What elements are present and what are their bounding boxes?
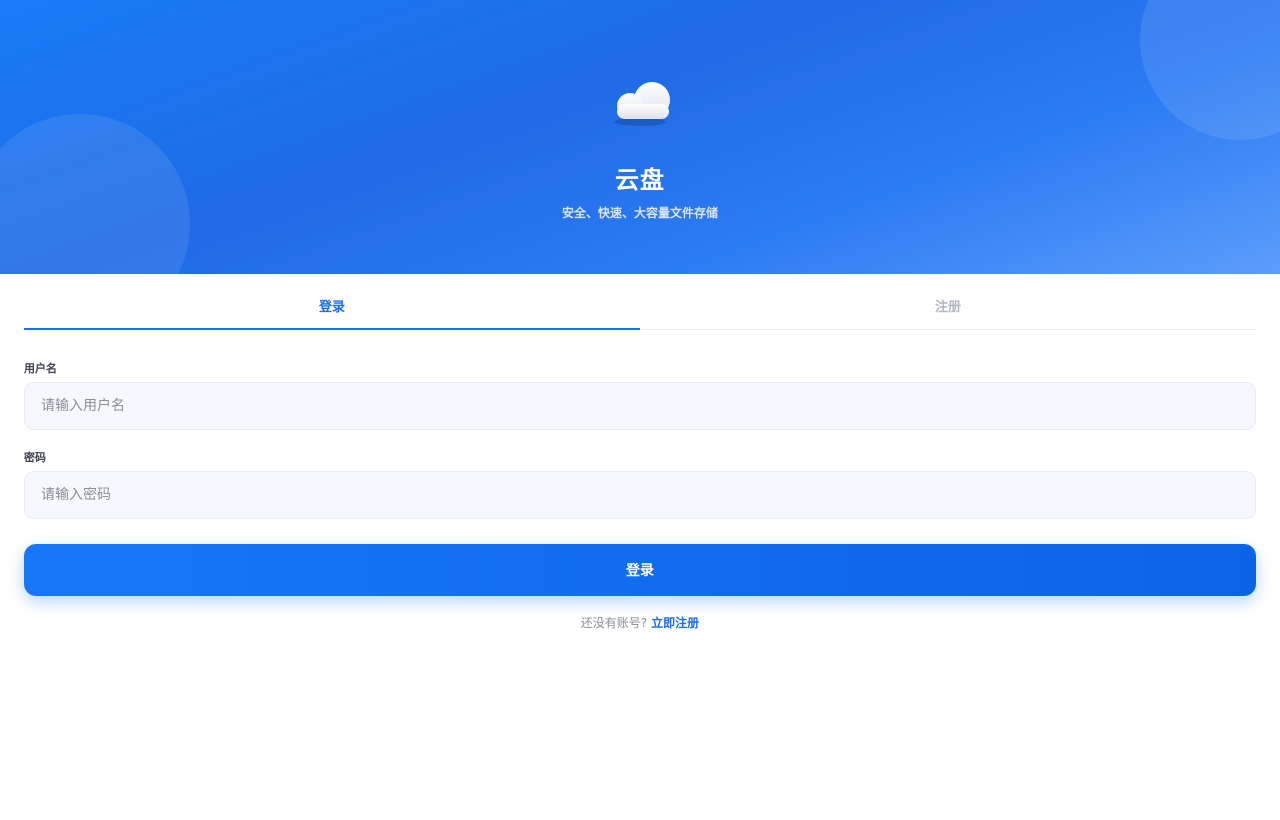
- register-prompt-text: 还没有账号?: [580, 616, 648, 630]
- hero-banner: 云盘 安全、快速、大容量文件存储: [0, 0, 1280, 274]
- tab-register[interactable]: 注册: [640, 282, 1256, 330]
- register-prompt: 还没有账号? 立即注册: [0, 614, 1280, 631]
- password-label: 密码: [24, 451, 46, 464]
- app-subtitle: 安全、快速、大容量文件存储: [561, 206, 718, 220]
- decorative-circle-right: [1140, 0, 1280, 140]
- login-button[interactable]: 登录: [24, 544, 1256, 596]
- username-input[interactable]: [24, 382, 1256, 430]
- username-label: 用户名: [24, 362, 57, 375]
- tab-login[interactable]: 登录: [24, 282, 640, 330]
- password-input[interactable]: [24, 471, 1256, 519]
- app-title: 云盘: [615, 166, 665, 194]
- cloud-icon: [614, 82, 670, 126]
- register-link[interactable]: 立即注册: [651, 616, 699, 630]
- auth-tabs: 登录 注册: [24, 282, 1256, 330]
